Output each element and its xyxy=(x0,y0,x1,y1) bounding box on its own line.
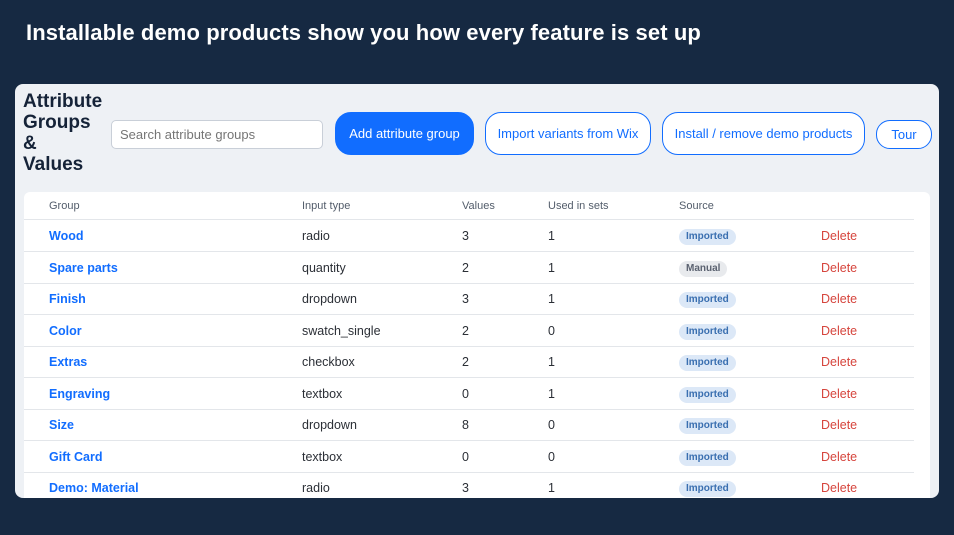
source-badge: Manual xyxy=(679,260,728,277)
values-count-cell: 2 xyxy=(462,323,469,338)
source-badge: Imported xyxy=(679,355,736,371)
values-count-cell: 8 xyxy=(462,418,469,432)
values-count-cell: 0 xyxy=(462,386,469,401)
used-in-sets-cell: 1 xyxy=(548,229,555,243)
used-in-sets-cell: 0 xyxy=(548,449,555,464)
input-type-cell: swatch_single xyxy=(302,323,381,338)
table-row: Engraving textbox 0 1 Imported Delete xyxy=(24,378,914,410)
used-in-sets-cell: 1 xyxy=(548,260,555,275)
table-row: Gift Card textbox 0 0 Imported Delete xyxy=(24,441,914,473)
used-in-sets-cell: 1 xyxy=(548,355,555,369)
input-type-cell: radio xyxy=(302,481,330,495)
table-row: Spare parts quantity 2 1 Manual Delete xyxy=(24,252,914,284)
values-count-cell: 3 xyxy=(462,481,469,495)
used-in-sets-cell: 1 xyxy=(548,292,555,306)
page-title-line: Values xyxy=(23,154,84,175)
values-count-cell: 3 xyxy=(462,292,469,306)
attribute-groups-table: Group Input type Values Used in sets Sou… xyxy=(24,192,930,498)
group-name-link[interactable]: Spare parts xyxy=(49,261,118,275)
group-name-link[interactable]: Wood xyxy=(49,229,83,243)
table-row: Extras checkbox 2 1 Imported Delete xyxy=(24,346,914,378)
table-row: Size dropdown 8 0 Imported Delete xyxy=(24,409,914,441)
delete-button[interactable]: Delete xyxy=(821,355,857,369)
source-badge: Imported xyxy=(679,292,736,308)
delete-button[interactable]: Delete xyxy=(821,229,857,243)
source-badge: Imported xyxy=(679,418,736,434)
table-row: Finish dropdown 3 1 Imported Delete xyxy=(24,283,914,315)
page-title-line: Attribute xyxy=(23,91,103,112)
values-count-cell: 3 xyxy=(462,229,469,243)
values-count-cell: 0 xyxy=(462,449,469,464)
input-type-cell: dropdown xyxy=(302,292,357,306)
source-badge: Imported xyxy=(679,386,736,403)
values-count-cell: 2 xyxy=(462,355,469,369)
values-count-cell: 2 xyxy=(462,260,469,275)
header-used-in-sets: Used in sets xyxy=(548,200,609,212)
input-type-cell: radio xyxy=(302,229,330,243)
input-type-cell: textbox xyxy=(302,449,343,464)
import-variants-button[interactable]: Import variants from Wix xyxy=(485,112,651,155)
add-attribute-group-button[interactable]: Add attribute group xyxy=(335,112,474,155)
input-type-cell: checkbox xyxy=(302,355,355,369)
input-type-cell: quantity xyxy=(302,260,346,275)
group-name-link[interactable]: Finish xyxy=(49,292,86,306)
header-input-type: Input type xyxy=(302,200,351,212)
group-name-link[interactable]: Gift Card xyxy=(49,450,102,464)
header-group: Group xyxy=(49,200,80,212)
delete-button[interactable]: Delete xyxy=(821,450,857,464)
search-input[interactable] xyxy=(111,120,323,149)
page-title: Attribute Groups & Values xyxy=(23,91,113,175)
source-badge: Imported xyxy=(679,323,736,340)
table-header: Group Input type Values Used in sets Sou… xyxy=(24,192,914,220)
tour-button[interactable]: Tour xyxy=(876,120,932,149)
group-name-link[interactable]: Color xyxy=(49,324,82,338)
delete-button[interactable]: Delete xyxy=(821,387,857,401)
delete-button[interactable]: Delete xyxy=(821,481,857,495)
input-type-cell: dropdown xyxy=(302,418,357,432)
used-in-sets-cell: 0 xyxy=(548,418,555,432)
app-window: Attribute Groups & Values Add attribute … xyxy=(15,84,939,498)
group-name-link[interactable]: Demo: Material xyxy=(49,481,139,495)
source-badge: Imported xyxy=(679,229,736,245)
group-name-link[interactable]: Size xyxy=(49,418,74,432)
table-row: Demo: Material radio 3 1 Imported Delete xyxy=(24,472,914,498)
header-values: Values xyxy=(462,200,495,212)
source-badge: Imported xyxy=(679,481,736,497)
group-name-link[interactable]: Engraving xyxy=(49,387,110,401)
input-type-cell: textbox xyxy=(302,386,343,401)
table-row: Color swatch_single 2 0 Imported Delete xyxy=(24,315,914,347)
header-source: Source xyxy=(679,200,714,212)
source-badge: Imported xyxy=(679,449,736,466)
used-in-sets-cell: 1 xyxy=(548,481,555,495)
page-title-line: & xyxy=(23,133,37,154)
used-in-sets-cell: 0 xyxy=(548,323,555,338)
used-in-sets-cell: 1 xyxy=(548,386,555,401)
delete-button[interactable]: Delete xyxy=(821,324,857,338)
page-title-line: Groups xyxy=(23,112,91,133)
delete-button[interactable]: Delete xyxy=(821,261,857,275)
delete-button[interactable]: Delete xyxy=(821,418,857,432)
install-demo-products-button[interactable]: Install / remove demo products xyxy=(662,112,865,155)
delete-button[interactable]: Delete xyxy=(821,292,857,306)
table-row: Wood radio 3 1 Imported Delete xyxy=(24,220,914,252)
promo-headline: Installable demo products show you how e… xyxy=(26,20,701,45)
group-name-link[interactable]: Extras xyxy=(49,355,87,369)
